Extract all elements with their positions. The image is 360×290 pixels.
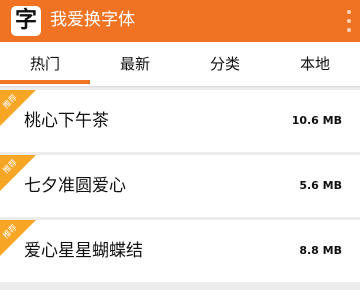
font-name: 七夕准圆爱心 <box>24 176 126 196</box>
overflow-menu-icon[interactable] <box>346 10 352 32</box>
app-root: 字 我爱换字体 热门 最新 分类 本地 推荐 桃心下午茶 10.6 MB 推荐 … <box>0 0 360 290</box>
font-name: 桃心下午茶 <box>24 111 109 131</box>
menu-dot <box>347 19 351 23</box>
app-bar: 字 我爱换字体 <box>0 0 360 42</box>
tab-bar-divider <box>0 86 360 88</box>
font-list-item[interactable]: 推荐 七夕准圆爱心 5.6 MB <box>0 155 360 217</box>
font-name: 爱心星星蝴蝶结 <box>24 241 143 261</box>
tab-category[interactable]: 分类 <box>180 42 270 86</box>
app-title: 我爱换字体 <box>50 10 135 30</box>
active-tab-indicator <box>0 80 90 84</box>
menu-dot <box>347 10 351 14</box>
font-list-item[interactable]: 推荐 桃心下午茶 10.6 MB <box>0 90 360 152</box>
menu-dot <box>347 28 351 32</box>
font-file-size: 8.8 MB <box>299 244 342 257</box>
tab-local[interactable]: 本地 <box>270 42 360 86</box>
app-logo: 字 <box>11 6 41 36</box>
font-file-size: 10.6 MB <box>291 114 342 127</box>
font-list-item[interactable]: 推荐 爱心星星蝴蝶结 8.8 MB <box>0 220 360 282</box>
font-file-size: 5.6 MB <box>299 179 342 192</box>
tab-latest[interactable]: 最新 <box>90 42 180 86</box>
